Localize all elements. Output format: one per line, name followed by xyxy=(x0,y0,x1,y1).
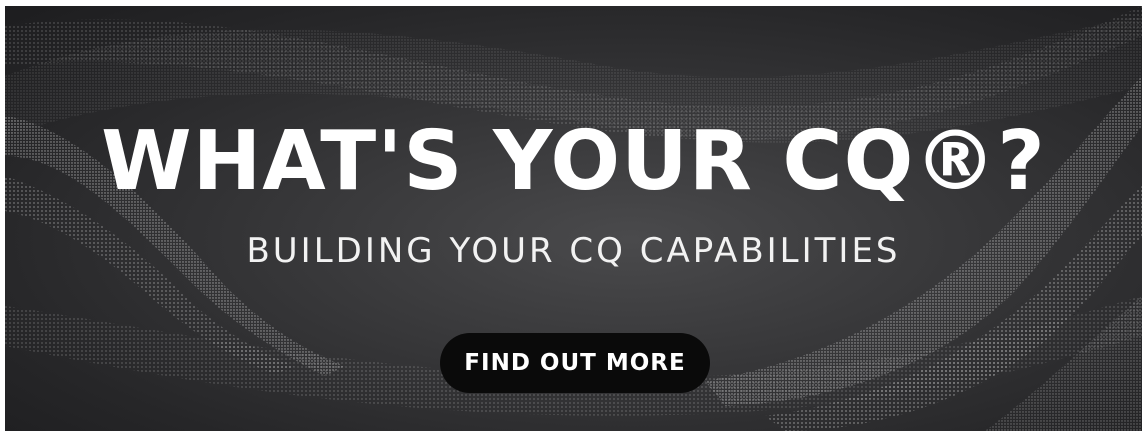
banner-headline: WHAT'S YOUR CQ®? xyxy=(101,114,1046,209)
promo-banner: WHAT'S YOUR CQ®? BUILDING YOUR CQ CAPABI… xyxy=(5,6,1142,431)
banner-subheadline: BUILDING YOUR CQ CAPABILITIES xyxy=(246,231,901,271)
find-out-more-button[interactable]: FIND OUT MORE xyxy=(440,333,710,393)
